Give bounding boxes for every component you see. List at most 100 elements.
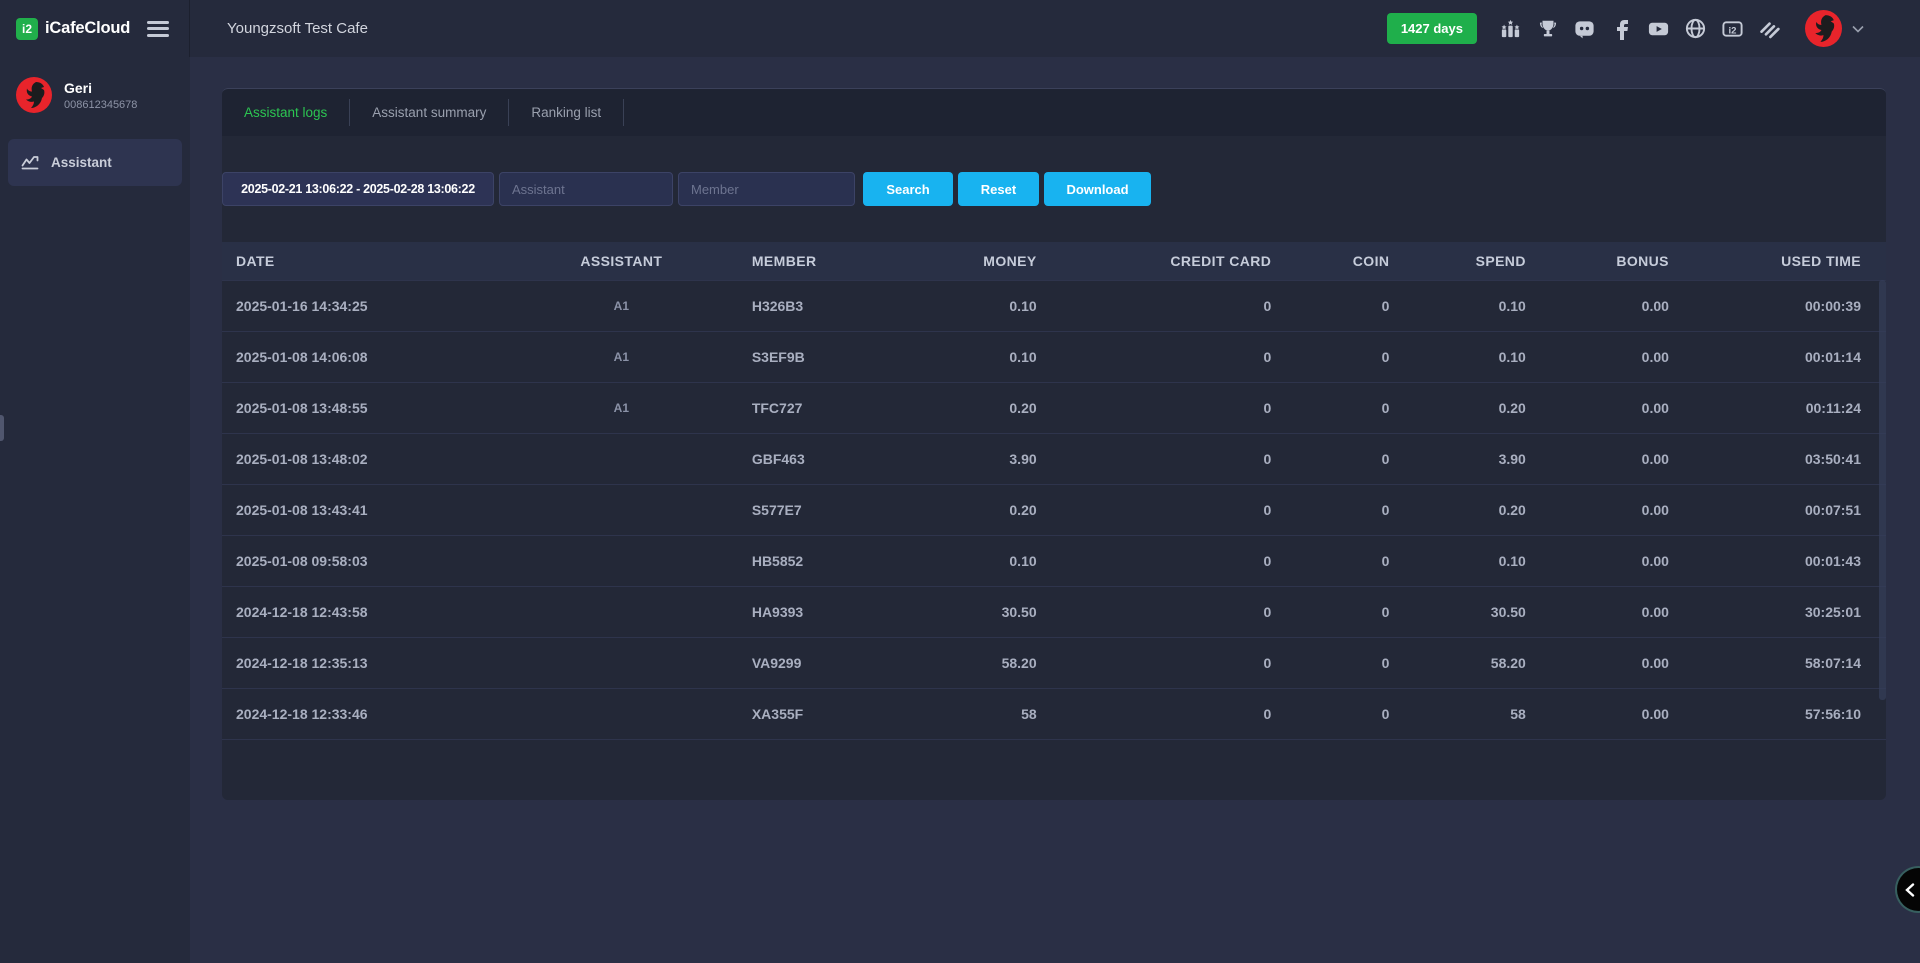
table-cell: 0.10 [1403, 280, 1539, 331]
chevron-left-icon [1905, 883, 1915, 897]
table-cell [505, 586, 738, 637]
table-cell: XA355F [738, 688, 904, 739]
table-cell: 0 [1051, 382, 1286, 433]
trophy-icon[interactable] [1536, 17, 1559, 40]
table-cell: 03:50:41 [1683, 433, 1886, 484]
table-header-row: DATEASSISTANTMEMBERMONEYCREDIT CARDCOINS… [222, 242, 1886, 280]
table-row: 2024-12-18 12:43:58HA939330.500030.500.0… [222, 586, 1886, 637]
sidebar-user-avatar[interactable] [16, 77, 52, 113]
sidebar-user: Geri 008612345678 [0, 77, 190, 113]
sidebar-item-label: Assistant [51, 155, 112, 170]
table-cell: 2025-01-08 09:58:03 [222, 535, 505, 586]
table-cell: S3EF9B [738, 331, 904, 382]
table-cell: 0 [1051, 688, 1286, 739]
column-header: CREDIT CARD [1051, 242, 1286, 280]
table-cell: HB5852 [738, 535, 904, 586]
page-title: Youngzsoft Test Cafe [227, 20, 368, 37]
topbar: i2 iCafeCloud Youngzsoft Test Cafe 1427 … [0, 0, 1920, 57]
tab-assistant-summary[interactable]: Assistant summary [350, 89, 508, 136]
table-cell: 58.20 [1403, 637, 1539, 688]
table-row: 2025-01-08 13:48:55A1TFC7270.20000.200.0… [222, 382, 1886, 433]
layers-icon[interactable] [1758, 17, 1781, 40]
sidebar-item-assistant[interactable]: Assistant [8, 139, 182, 186]
reset-button[interactable]: Reset [958, 172, 1039, 206]
column-header: BONUS [1540, 242, 1683, 280]
date-range-input[interactable] [222, 172, 494, 206]
table-cell: 2025-01-16 14:34:25 [222, 280, 505, 331]
table-cell: VA9299 [738, 637, 904, 688]
table-cell: 0 [1051, 586, 1286, 637]
tab-ranking-list[interactable]: Ranking list [509, 89, 623, 136]
days-remaining-badge[interactable]: 1427 days [1387, 13, 1477, 44]
dragon-avatar-image [1805, 10, 1842, 47]
main-content: Assistant logs Assistant summary Ranking… [190, 57, 1920, 963]
table-row: 2025-01-08 13:43:41S577E70.20000.200.000… [222, 484, 1886, 535]
table-cell: 30:25:01 [1683, 586, 1886, 637]
table-cell: 0.00 [1540, 637, 1683, 688]
table-cell: 0 [1051, 535, 1286, 586]
table-cell [505, 688, 738, 739]
table-cell [505, 637, 738, 688]
menu-toggle-icon[interactable] [147, 21, 169, 37]
youtube-icon[interactable] [1647, 17, 1670, 40]
column-header: MEMBER [738, 242, 904, 280]
search-button[interactable]: Search [863, 172, 953, 206]
table-cell: 2025-01-08 14:06:08 [222, 331, 505, 382]
table-cell: 0.10 [904, 331, 1050, 382]
table-cell: 0.10 [904, 280, 1050, 331]
topbar-right: 1427 days [1387, 10, 1920, 47]
table-cell: TFC727 [738, 382, 904, 433]
assistant-logs-table: DATEASSISTANTMEMBERMONEYCREDIT CARDCOINS… [222, 242, 1886, 740]
tab-bar: Assistant logs Assistant summary Ranking… [222, 88, 1886, 136]
table-row: 2025-01-08 13:48:02GBF4633.90003.900.000… [222, 433, 1886, 484]
table-cell: 0.00 [1540, 382, 1683, 433]
app-logo[interactable]: i2 iCafeCloud [16, 18, 130, 40]
table-cell: A1 [505, 382, 738, 433]
filter-bar: Search Reset Download [222, 172, 1886, 206]
line-chart-icon [21, 155, 39, 170]
chevron-down-icon[interactable] [1852, 20, 1864, 38]
table-cell: 0 [1285, 280, 1403, 331]
facebook-icon[interactable] [1610, 17, 1633, 40]
ranking-stars-icon[interactable] [1499, 17, 1522, 40]
table-cell: 0 [1285, 535, 1403, 586]
user-phone: 008612345678 [64, 99, 137, 111]
table-scrollbar[interactable] [1879, 280, 1886, 700]
logs-table-wrap: DATEASSISTANTMEMBERMONEYCREDIT CARDCOINS… [222, 242, 1886, 740]
discord-icon[interactable] [1573, 17, 1596, 40]
table-cell: 00:01:14 [1683, 331, 1886, 382]
dragon-avatar-image [16, 77, 52, 113]
member-filter-input[interactable] [678, 172, 855, 206]
user-avatar[interactable] [1805, 10, 1842, 47]
table-cell: 0 [1051, 484, 1286, 535]
left-edge-scrollbar-fragment [0, 415, 4, 441]
tab-assistant-logs[interactable]: Assistant logs [222, 89, 349, 136]
table-cell: 00:01:43 [1683, 535, 1886, 586]
table-cell: 0 [1051, 331, 1286, 382]
table-cell: H326B3 [738, 280, 904, 331]
assistant-filter-input[interactable] [499, 172, 673, 206]
table-cell: 0.00 [1540, 280, 1683, 331]
brand-area: i2 iCafeCloud [0, 0, 190, 57]
table-cell: 00:07:51 [1683, 484, 1886, 535]
table-cell: 2024-12-18 12:33:46 [222, 688, 505, 739]
column-header: ASSISTANT [505, 242, 738, 280]
table-cell: 2025-01-08 13:43:41 [222, 484, 505, 535]
icafecloud-icon[interactable]: i2 [1721, 17, 1744, 40]
table-cell: 58 [1403, 688, 1539, 739]
column-header: USED TIME [1683, 242, 1886, 280]
table-cell: 57:56:10 [1683, 688, 1886, 739]
table-cell: 0 [1285, 484, 1403, 535]
table-cell: 0 [1285, 382, 1403, 433]
globe-icon[interactable] [1684, 17, 1707, 40]
table-cell: 0 [1285, 433, 1403, 484]
table-cell: 2025-01-08 13:48:02 [222, 433, 505, 484]
table-body: 2025-01-16 14:34:25A1H326B30.10000.100.0… [222, 280, 1886, 739]
column-header: MONEY [904, 242, 1050, 280]
svg-text:i2: i2 [1729, 25, 1737, 36]
table-cell: 30.50 [904, 586, 1050, 637]
download-button[interactable]: Download [1044, 172, 1151, 206]
table-cell: 58 [904, 688, 1050, 739]
table-cell [505, 484, 738, 535]
sidebar: Geri 008612345678 Assistant [0, 57, 190, 963]
